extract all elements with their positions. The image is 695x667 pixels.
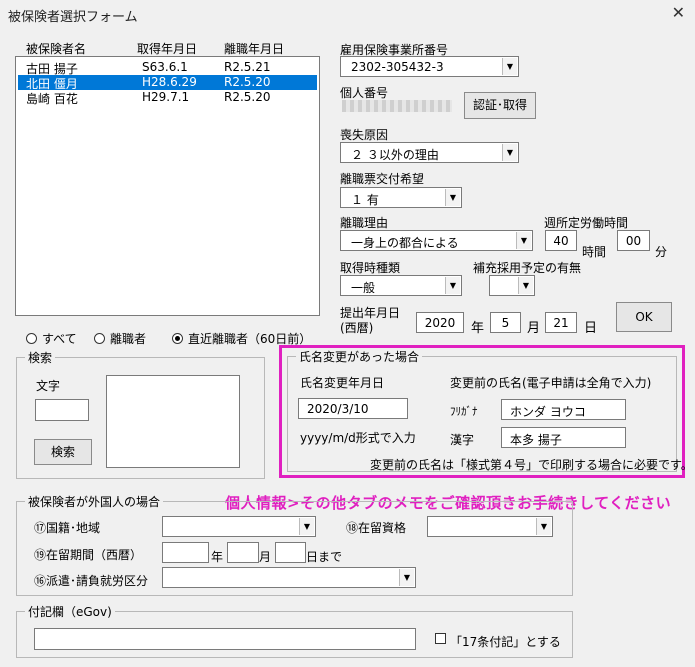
article17-checkbox[interactable] <box>435 633 446 644</box>
personal-number-label: 個人番号 <box>340 86 389 100</box>
name-change-date-input[interactable]: 2020/3/10 <box>298 398 408 419</box>
radio-selected-icon <box>172 333 183 344</box>
office-number-select[interactable]: 2302-305432-3 ▼ <box>340 56 519 77</box>
period-day-input[interactable] <box>275 542 306 563</box>
name-change-date-label: 氏名変更年月日 <box>300 376 385 390</box>
chevron-down-icon: ▼ <box>536 518 551 535</box>
chevron-down-icon: ▼ <box>299 518 314 535</box>
kanji-label: 漢字 <box>450 433 475 447</box>
insured-listbox[interactable]: 古田 揚子 S63.6.1 R2.5.21 北田 僵月 H28.6.29 R2.… <box>15 56 320 316</box>
submission-year-input[interactable]: 2020 <box>416 312 464 333</box>
list-header-name: 被保険者名 <box>26 42 87 56</box>
residence-status-label: ⑱在留資格 <box>346 521 407 535</box>
nationality-select[interactable]: ▼ <box>162 516 316 537</box>
checkbox-icon <box>435 633 446 644</box>
search-button[interactable]: 検索 <box>34 439 92 465</box>
period-year-unit: 年 <box>211 550 224 564</box>
list-item-acquired: S63.6.1 <box>142 60 188 74</box>
replacement-select[interactable]: ▼ <box>489 275 535 296</box>
month-unit-label: 月 <box>527 321 541 336</box>
filter-all-label: すべて <box>42 332 77 346</box>
separation-reason-select[interactable]: 一身上の都合による ▼ <box>340 230 533 251</box>
day-unit-label: 日 <box>584 321 598 336</box>
ok-button[interactable]: OK <box>616 302 672 332</box>
period-month-unit: 月 <box>259 550 272 564</box>
list-header-acquired: 取得年月日 <box>137 42 198 56</box>
list-item-acquired: H29.7.1 <box>142 90 190 104</box>
article17-label: 「17条付記」とする <box>450 635 561 649</box>
weekly-hours-label: 週所定労働時間 <box>544 216 629 230</box>
period-label: ⑲在留期間（西暦） <box>34 548 143 562</box>
period-until-label: 日まで <box>306 550 343 564</box>
remarks-legend: 付記欄（eGov) <box>25 603 115 620</box>
list-item-acquired: H28.6.29 <box>142 75 197 89</box>
period-month-input[interactable] <box>227 542 259 563</box>
submission-date-sublabel: (西暦) <box>340 321 374 335</box>
nationality-label: ⑰国籍･地域 <box>34 521 101 535</box>
year-unit-label: 年 <box>471 321 485 336</box>
name-change-legend: 氏名変更があった場合 <box>296 348 423 365</box>
list-item[interactable]: 島崎 百花 H29.7.1 R2.5.20 <box>18 90 317 106</box>
previous-name-label: 変更前の氏名(電子申請は全角で入力) <box>450 376 652 390</box>
close-icon[interactable]: ✕ <box>672 3 685 22</box>
minutes-unit-label: 分 <box>655 245 668 259</box>
list-header-separated: 離職年月日 <box>224 42 285 56</box>
furigana-input[interactable]: ホンダ ヨウコ <box>501 399 626 420</box>
period-year-input[interactable] <box>162 542 209 563</box>
weekly-hours-input[interactable]: 40 <box>545 230 577 251</box>
filter-all-radio[interactable]: すべて <box>26 330 77 347</box>
name-change-note: 変更前の氏名は「様式第４号」で印刷する場合に必要です。 <box>370 458 693 472</box>
list-item-selected[interactable]: 北田 僵月 H28.6.29 R2.5.20 <box>18 75 317 91</box>
submission-month-input[interactable]: 5 <box>490 312 521 333</box>
search-legend: 検索 <box>25 349 56 366</box>
chevron-down-icon: ▼ <box>518 277 533 294</box>
chevron-down-icon: ▼ <box>502 144 517 161</box>
weekly-minutes-input[interactable]: 00 <box>617 230 650 251</box>
hours-unit-label: 時間 <box>582 245 607 259</box>
search-input[interactable] <box>35 399 89 421</box>
loss-reason-label: 喪失原因 <box>340 128 389 142</box>
loss-reason-select[interactable]: ２ ３以外の理由 ▼ <box>340 142 519 163</box>
date-format-hint: yyyy/m/d形式で入力 <box>300 431 416 445</box>
remarks-input[interactable] <box>34 628 416 650</box>
list-item-separated: R2.5.20 <box>224 90 271 104</box>
chevron-down-icon: ▼ <box>516 232 531 249</box>
acquisition-type-label: 取得時種類 <box>340 261 401 275</box>
authenticate-button[interactable]: 認証･取得 <box>464 92 536 119</box>
separation-slip-select[interactable]: １ 有 ▼ <box>340 187 462 208</box>
list-item-name: 島崎 百花 <box>26 92 78 106</box>
separation-slip-label: 離職票交付希望 <box>340 172 425 186</box>
submission-day-input[interactable]: 21 <box>545 312 577 333</box>
radio-icon <box>94 333 105 344</box>
search-text-label: 文字 <box>36 379 61 393</box>
chevron-down-icon: ▼ <box>502 58 517 75</box>
dispatch-label: ⑯派遣･請負就労区分 <box>34 574 149 588</box>
kanji-input[interactable]: 本多 揚子 <box>501 427 626 448</box>
personal-number-masked <box>342 100 452 112</box>
chevron-down-icon: ▼ <box>445 189 460 206</box>
separation-reason-label: 離職理由 <box>340 216 389 230</box>
acquisition-type-select[interactable]: 一般 ▼ <box>340 275 462 296</box>
replacement-label: 補充採用予定の有無 <box>473 261 582 275</box>
search-results-box[interactable] <box>106 375 240 468</box>
dispatch-select[interactable]: ▼ <box>162 567 416 588</box>
residence-status-select[interactable]: ▼ <box>427 516 553 537</box>
list-item[interactable]: 古田 揚子 S63.6.1 R2.5.21 <box>18 60 317 76</box>
radio-icon <box>26 333 37 344</box>
window-title: 被保険者選択フォーム <box>8 10 138 25</box>
chevron-down-icon: ▼ <box>399 569 414 586</box>
filter-separated-radio[interactable]: 離職者 <box>94 330 146 347</box>
foreigner-legend: 被保険者が外国人の場合 <box>25 493 164 510</box>
chevron-down-icon: ▼ <box>445 277 460 294</box>
filter-separated-label: 離職者 <box>110 332 147 346</box>
furigana-label: ﾌﾘｶﾞﾅ <box>450 405 478 418</box>
list-item-separated: R2.5.20 <box>224 75 271 89</box>
list-item-separated: R2.5.21 <box>224 60 271 74</box>
